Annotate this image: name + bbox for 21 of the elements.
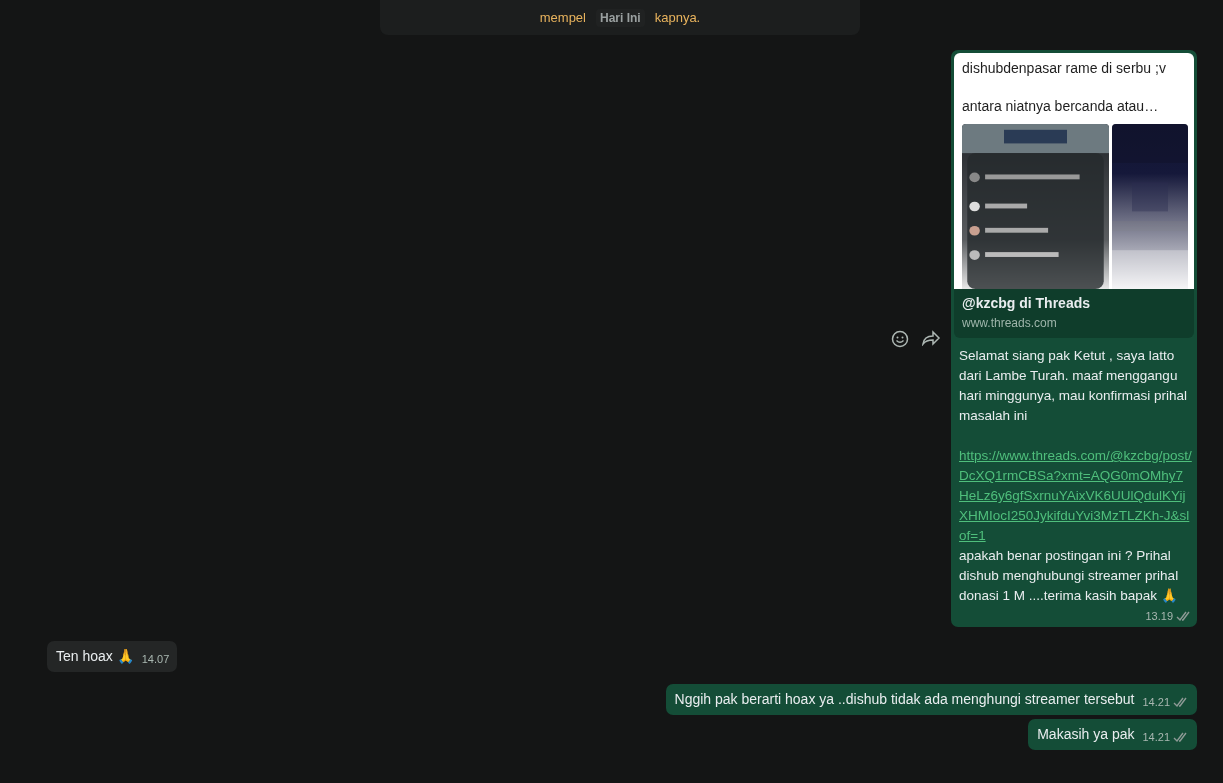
message-time: 14.21 (1142, 693, 1189, 712)
message-link[interactable]: https://www.threads.com/@kzcbg/post/DcXQ1rmCBSa?xmt=AQG0mOMhy7HeLz6y6gfSxrnuYAixVK6UUlQdulKYijXHMIocI250JykifduYvi3MzTLZKh-J&slof=1 (959, 446, 1192, 546)
preview-domain: www.threads.com (962, 316, 1058, 330)
emoji-icon[interactable] (891, 329, 909, 348)
message-time: 14.21 (1142, 728, 1189, 747)
message-time: 14.07 (141, 652, 170, 667)
message-text: Nggih pak berarti hoax ya ..dishub tidak ada menghungi streamer tersebut (674, 690, 1135, 709)
date-label: Hari Ini (596, 8, 645, 27)
message-text: apakah benar postingan ini ? Prihal dishub menghubungi streamer prihal donasi 1 M ....terima kasih bapak 🙏 (959, 547, 1180, 605)
message-text: Selamat siang pak Ketut , saya latto dari Lambe Turah. maaf menggangu hari minggunya, mau konfirmasi prihal masalah ini (959, 347, 1189, 425)
message-text: Makasih ya pak (1037, 725, 1135, 744)
preview-description: dishubdenpasar rame di serbu ;v (962, 59, 1167, 78)
message-text: Ten hoax 🙏 (56, 647, 134, 666)
preview-footer[interactable]: @kzcbg di Threads www.threads.com (954, 289, 1194, 338)
message-text: kapnya. (654, 10, 701, 25)
preview-description: antara niatnya bercanda atau… (962, 97, 1160, 116)
message-text: mempel (539, 10, 586, 25)
forward-icon[interactable] (921, 329, 941, 346)
link-preview[interactable]: dishubdenpasar rame di serbu ;v antara niatnya bercanda atau… (954, 53, 1194, 289)
preview-title: @kzcbg di Threads (962, 295, 1091, 311)
message-time: 13.19 (1145, 606, 1192, 626)
